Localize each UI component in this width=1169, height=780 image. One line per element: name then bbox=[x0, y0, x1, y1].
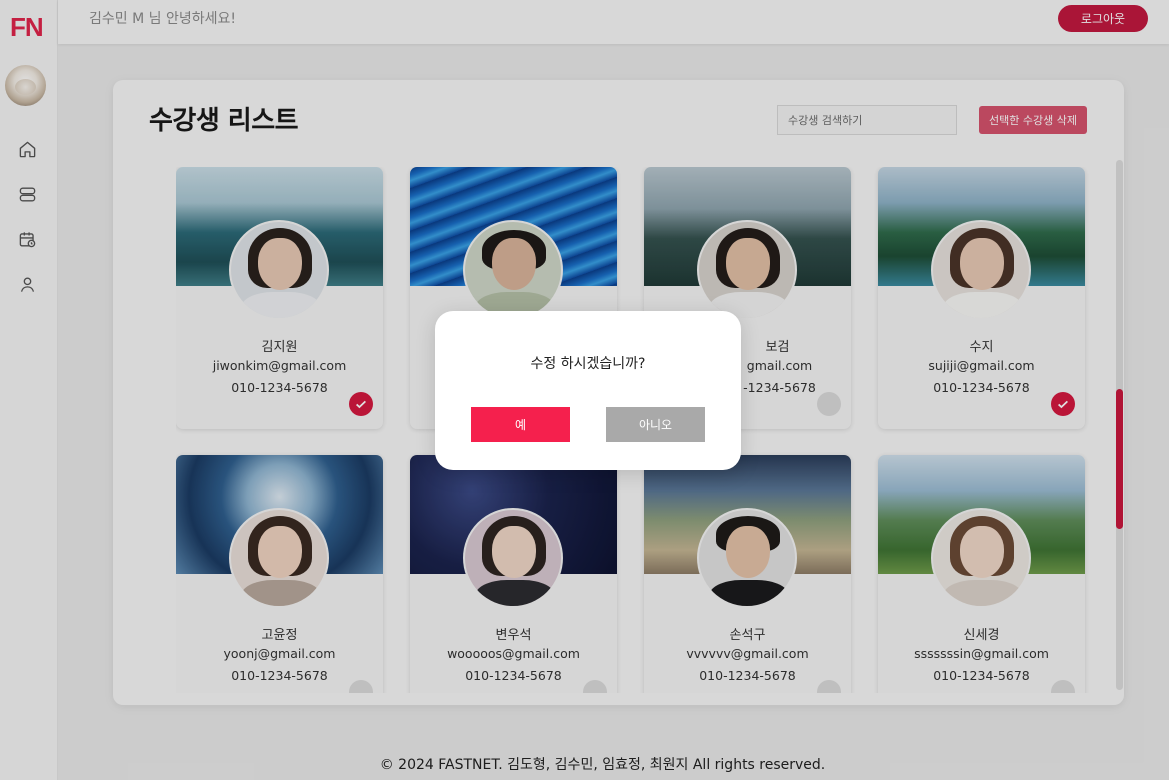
confirm-yes-button[interactable]: 예 bbox=[471, 407, 570, 442]
dialog-message: 수정 하시겠습니까? bbox=[530, 356, 646, 372]
confirm-no-button[interactable]: 아니오 bbox=[606, 407, 705, 442]
confirm-dialog: 수정 하시겠습니까? 예 아니오 bbox=[435, 311, 741, 470]
